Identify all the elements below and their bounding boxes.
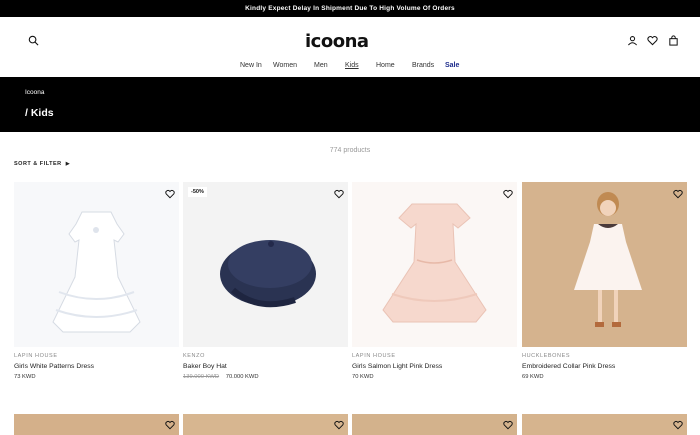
wishlist-heart-icon[interactable] xyxy=(165,186,175,199)
product-card[interactable]: LAPIN HOUSE Girls Salmon Light Pink Dres… xyxy=(352,182,517,380)
product-image-partial[interactable] xyxy=(352,414,517,435)
current-price: 70.000 KWD xyxy=(225,374,259,380)
product-image[interactable] xyxy=(14,182,179,347)
wishlist-heart-icon[interactable] xyxy=(334,417,344,430)
original-price: 139.000 KWD xyxy=(183,374,220,380)
current-price: 70 KWD xyxy=(352,374,374,380)
product-image[interactable] xyxy=(522,182,687,347)
product-name[interactable]: Baker Boy Hat xyxy=(183,363,348,370)
wishlist-heart-icon[interactable] xyxy=(334,186,344,199)
product-brand[interactable]: LAPIN HOUSE xyxy=(14,353,179,359)
search-icon[interactable] xyxy=(26,33,40,47)
announcement-text: Kindly Expect Delay In Shipment Due To H… xyxy=(245,5,455,12)
wishlist-heart-icon[interactable] xyxy=(673,186,683,199)
discount-badge: -50% xyxy=(188,187,207,197)
product-name[interactable]: Girls Salmon Light Pink Dress xyxy=(352,363,517,370)
product-image[interactable] xyxy=(352,182,517,347)
announcement-bar: Kindly Expect Delay In Shipment Due To H… xyxy=(0,0,700,17)
product-brand[interactable]: KENZO xyxy=(183,353,348,359)
product-name[interactable]: Girls White Patterns Dress xyxy=(14,363,179,370)
page-title: / Kids xyxy=(25,107,54,119)
wishlist-heart-icon[interactable] xyxy=(673,417,683,430)
nav-new-in[interactable]: New In xyxy=(240,62,262,69)
nav-sale[interactable]: Sale xyxy=(445,62,459,69)
nav-kids[interactable]: Kids xyxy=(345,62,359,69)
product-price: 73 KWD xyxy=(14,374,179,380)
product-image[interactable]: -50% xyxy=(183,182,348,347)
product-image-partial[interactable] xyxy=(14,414,179,435)
product-count: 774 products xyxy=(329,147,371,154)
product-brand[interactable]: LAPIN HOUSE xyxy=(352,353,517,359)
cart-icon[interactable] xyxy=(666,33,680,47)
wishlist-heart-icon[interactable] xyxy=(503,417,513,430)
product-image-partial[interactable] xyxy=(183,414,348,435)
collection-banner: Icoona / Kids xyxy=(0,77,700,132)
product-price: 69 KWD xyxy=(522,374,687,380)
product-brand[interactable]: HUCKLEBONES xyxy=(522,353,687,359)
current-price: 69 KWD xyxy=(522,374,544,380)
product-price: 70 KWD xyxy=(352,374,517,380)
sort-filter-button[interactable]: SORT & FILTER ▶ xyxy=(14,161,70,167)
wishlist-heart-icon[interactable] xyxy=(165,417,175,430)
product-card[interactable]: HUCKLEBONES Embroidered Collar Pink Dres… xyxy=(522,182,687,380)
account-icon[interactable] xyxy=(625,33,639,47)
nav-brands[interactable]: Brands xyxy=(412,62,434,69)
wishlist-icon[interactable] xyxy=(645,33,659,47)
site-header: icoona New In Women Men Kids Home Brands… xyxy=(0,17,700,77)
product-name[interactable]: Embroidered Collar Pink Dress xyxy=(522,363,687,370)
breadcrumb[interactable]: Icoona xyxy=(25,89,45,96)
product-image-partial[interactable] xyxy=(522,414,687,435)
product-card[interactable]: LAPIN HOUSE Girls White Patterns Dress 7… xyxy=(14,182,179,380)
nav-men[interactable]: Men xyxy=(314,62,328,69)
brand-logo[interactable]: icoona xyxy=(305,31,369,52)
wishlist-heart-icon[interactable] xyxy=(503,186,513,199)
current-price: 73 KWD xyxy=(14,374,36,380)
nav-women[interactable]: Women xyxy=(273,62,297,69)
sort-filter-label: SORT & FILTER xyxy=(14,161,62,167)
nav-home[interactable]: Home xyxy=(376,62,395,69)
product-price: 139.000 KWD 70.000 KWD xyxy=(183,374,348,380)
product-card[interactable]: -50% KENZO Baker Boy Hat 139.000 KWD 70.… xyxy=(183,182,348,380)
caret-right-icon: ▶ xyxy=(65,161,71,167)
